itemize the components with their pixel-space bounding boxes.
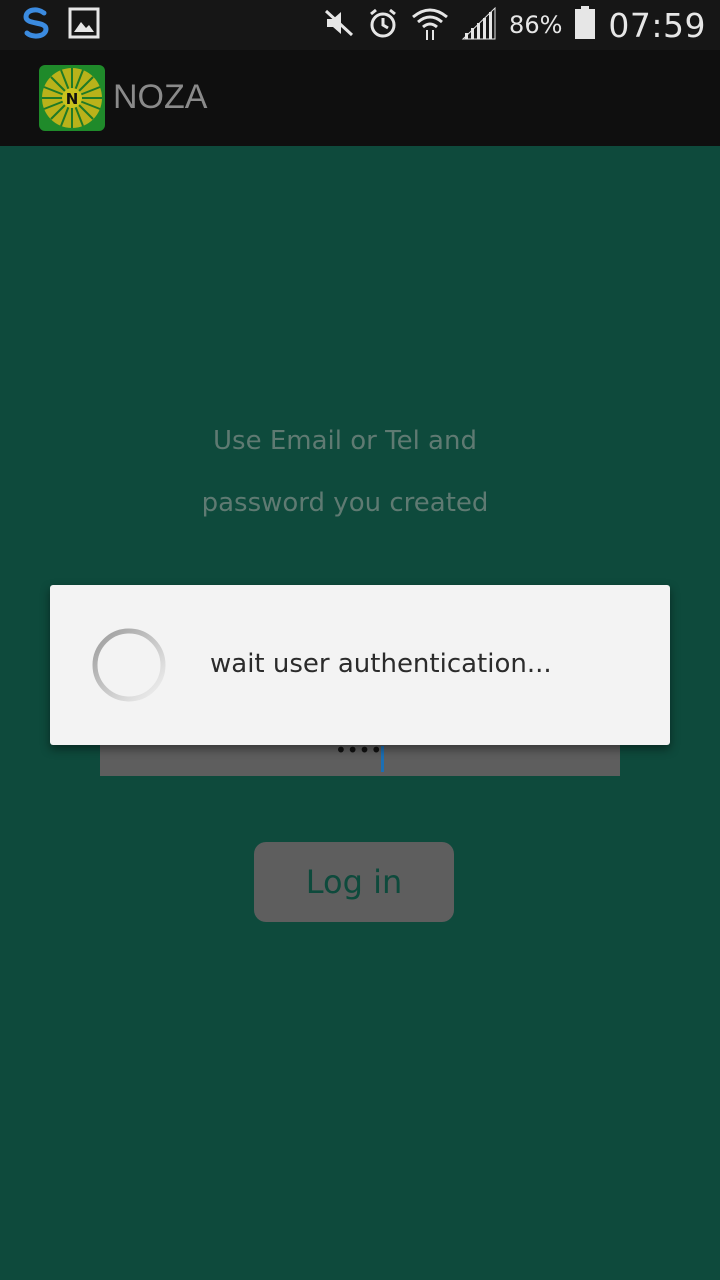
action-bar: N NOZA [0,50,720,146]
image-notification-icon [68,7,100,43]
logo-letter: N [66,90,79,108]
swype-s-icon [18,5,54,45]
signal-icon [461,6,497,44]
status-bar: 86% 07:59 [0,0,720,50]
loading-spinner-icon [92,628,166,702]
battery-icon [574,6,596,44]
dialog-message: wait user authentication... [210,649,552,679]
status-bar-notifications [18,6,100,44]
status-bar-system: 86% 07:59 [323,0,706,50]
clock: 07:59 [608,5,706,45]
app-title: NOZA [113,78,208,116]
wifi-icon [411,5,449,45]
app-logo-icon[interactable]: N [39,65,105,131]
mute-icon [323,7,355,43]
battery-percent: 86% [509,11,563,39]
progress-dialog: wait user authentication... [50,585,670,745]
alarm-icon [367,7,399,43]
